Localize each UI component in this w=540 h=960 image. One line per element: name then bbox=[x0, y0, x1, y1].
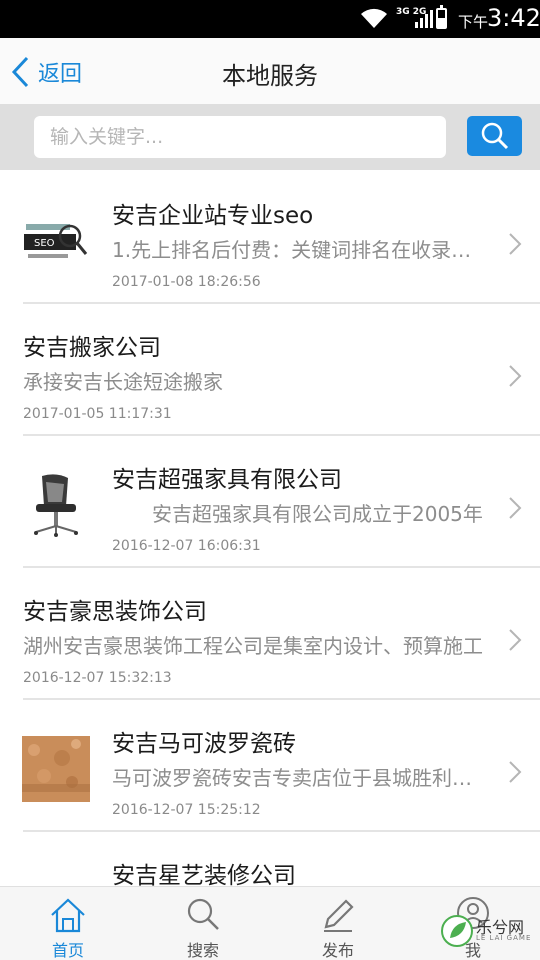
nav-search-label: 搜索 bbox=[186, 941, 219, 960]
item-title: 安吉星艺装修公司 bbox=[112, 863, 296, 886]
nav-publish[interactable]: 发布 bbox=[298, 887, 378, 960]
item-description: 承接安吉长途短途搬家 bbox=[23, 370, 223, 394]
item-title: 安吉豪思装饰公司 bbox=[23, 599, 207, 625]
home-icon bbox=[51, 898, 85, 933]
chevron-right-icon bbox=[509, 761, 522, 783]
item-date: 2017-01-05 11:17:31 bbox=[23, 406, 172, 422]
search-icon bbox=[481, 122, 508, 150]
list-item[interactable]: 安吉超强家具有限公司 安吉超强家具有限公司成立于2005年 2016-12-07… bbox=[0, 436, 540, 568]
nav-home[interactable]: 首页 bbox=[28, 887, 108, 960]
chevron-right-icon bbox=[509, 629, 522, 651]
nav-search[interactable]: 搜索 bbox=[163, 887, 243, 960]
search-icon bbox=[187, 898, 219, 930]
status-bar: 3G 2G 下午 3:42 bbox=[0, 0, 540, 38]
item-title: 安吉搬家公司 bbox=[23, 335, 161, 361]
search-input[interactable] bbox=[34, 116, 446, 158]
search-button[interactable] bbox=[467, 116, 522, 156]
list-item[interactable]: 安吉星艺装修公司 bbox=[0, 832, 540, 886]
list-item[interactable]: 安吉搬家公司 承接安吉长途短途搬家 2017-01-05 11:17:31 bbox=[0, 304, 540, 436]
list-item[interactable]: 安吉马可波罗瓷砖 马可波罗瓷砖安吉专卖店位于县城胜利西路 2016-12-07 … bbox=[0, 700, 540, 832]
service-list: SEO 安吉企业站专业seo 1.先上排名后付费：关键词排名在收录后付费 201… bbox=[0, 172, 540, 886]
watermark: 乐兮网 LE LAI GAME bbox=[440, 912, 540, 958]
signal-icon bbox=[415, 10, 433, 28]
header: 返回 本地服务 bbox=[0, 38, 540, 104]
tile-thumbnail bbox=[22, 736, 90, 802]
leaf-logo-icon bbox=[441, 915, 473, 947]
item-description: 马可波罗瓷砖安吉专卖店位于县城胜利西路 bbox=[112, 766, 490, 790]
item-description: 安吉超强家具有限公司成立于2005年 bbox=[112, 502, 483, 526]
list-item[interactable]: SEO 安吉企业站专业seo 1.先上排名后付费：关键词排名在收录后付费 201… bbox=[0, 172, 540, 304]
chevron-right-icon bbox=[509, 233, 522, 255]
item-title: 安吉企业站专业seo bbox=[112, 203, 314, 229]
chevron-right-icon bbox=[509, 497, 522, 519]
status-time: 3:42 bbox=[487, 4, 540, 32]
nav-publish-label: 发布 bbox=[321, 941, 354, 960]
chevron-right-icon bbox=[509, 365, 522, 387]
svg-text:SEO: SEO bbox=[34, 238, 55, 249]
seo-thumbnail: SEO bbox=[22, 208, 90, 274]
battery-icon bbox=[436, 5, 447, 29]
item-title: 安吉马可波罗瓷砖 bbox=[112, 731, 296, 757]
status-ampm: 下午 bbox=[458, 13, 489, 31]
pencil-icon bbox=[324, 899, 354, 932]
item-description: 湖州安吉豪思装饰工程公司是集室内设计、预算施工 bbox=[23, 634, 483, 658]
item-title: 安吉超强家具有限公司 bbox=[112, 467, 342, 493]
search-bar bbox=[0, 104, 540, 170]
item-date: 2016-12-07 15:25:12 bbox=[112, 802, 261, 818]
item-date: 2017-01-08 18:26:56 bbox=[112, 274, 261, 290]
item-date: 2016-12-07 15:32:13 bbox=[23, 670, 172, 686]
item-description: 1.先上排名后付费：关键词排名在收录后付费 bbox=[112, 238, 490, 262]
item-date: 2016-12-07 16:06:31 bbox=[112, 538, 261, 554]
watermark-subtext: LE LAI GAME bbox=[476, 934, 532, 942]
office-chair-thumbnail bbox=[22, 472, 90, 538]
nav-home-label: 首页 bbox=[51, 941, 84, 960]
page-title: 本地服务 bbox=[222, 62, 318, 90]
wifi-icon bbox=[361, 8, 387, 28]
list-item[interactable]: 安吉豪思装饰公司 湖州安吉豪思装饰工程公司是集室内设计、预算施工 2016-12… bbox=[0, 568, 540, 700]
